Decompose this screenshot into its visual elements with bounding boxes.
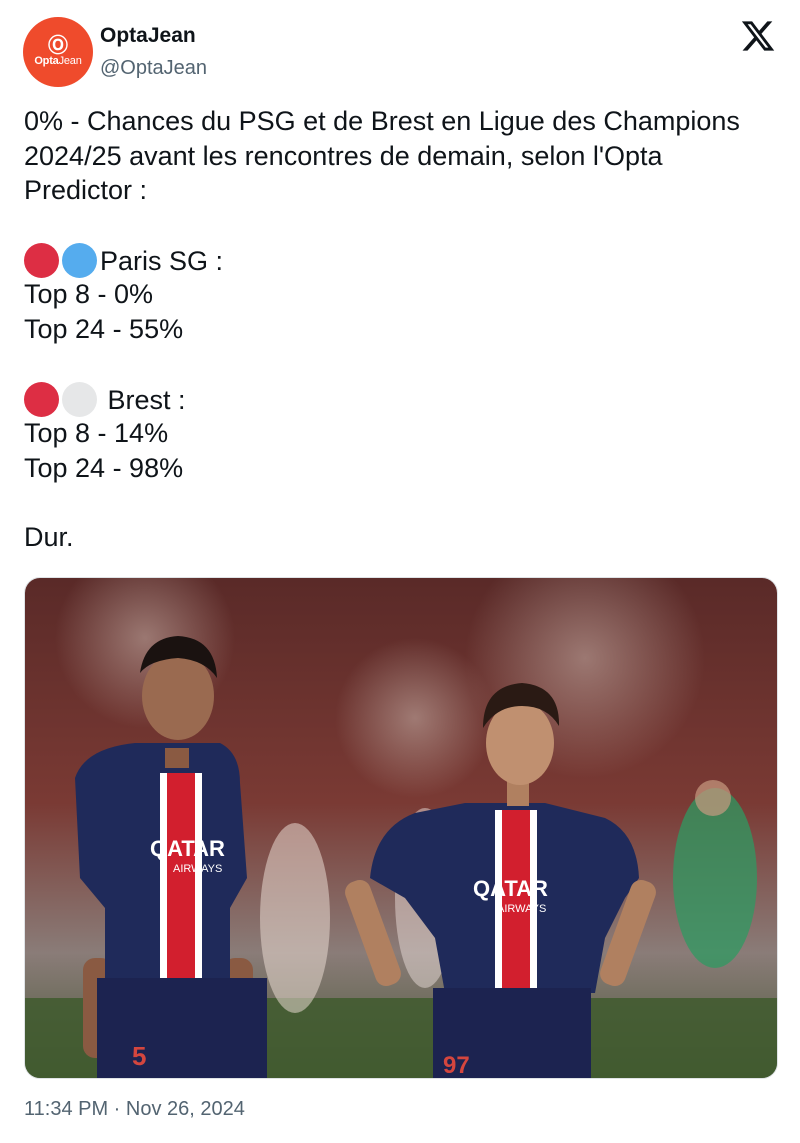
psg-heading: Paris SG :: [24, 242, 784, 278]
blue-circle-emoji-icon: [62, 242, 97, 278]
tweet-text: 0% - Chances du PSG et de Brest en Ligue…: [24, 104, 784, 555]
tweet-header: Ⓞ OptaJean OptaJean @OptaJean: [0, 0, 800, 96]
avatar-brand: OptaJean: [34, 54, 82, 67]
right-player-number: 97: [443, 1052, 470, 1078]
tweet-line-2: 2024/25 avant les rencontres de demain, …: [24, 140, 663, 171]
psg-team-label: Paris SG :: [100, 245, 224, 276]
photo-illustration: 5 QATAR AIRWAYS 97 QATAR AIRWAYS: [25, 578, 777, 1078]
brest-team-label: Brest :: [100, 384, 186, 415]
tweet-line-3: Predictor :: [24, 175, 148, 206]
brest-top8: Top 8 - 14%: [24, 418, 169, 449]
avatar[interactable]: Ⓞ OptaJean: [23, 17, 93, 87]
tweet-timestamp[interactable]: 11:34 PM · Nov 26, 2024: [24, 1098, 245, 1121]
brest-top24: Top 24 - 98%: [24, 452, 184, 483]
x-logo-icon[interactable]: [740, 18, 776, 54]
psg-top8: Top 8 - 0%: [24, 279, 154, 310]
left-player-number: 5: [132, 1041, 146, 1071]
tweet-photo[interactable]: 5 QATAR AIRWAYS 97 QATAR AIRWAYS: [24, 577, 778, 1079]
avatar-mark: Ⓞ: [48, 34, 68, 57]
right-sponsor: QATAR: [473, 876, 548, 901]
brest-heading: Brest :: [24, 381, 784, 417]
author-name[interactable]: OptaJean: [100, 24, 196, 48]
left-sponsor-sub: AIRWAYS: [173, 863, 222, 875]
red-circle-emoji-icon: [24, 242, 59, 278]
white-circle-emoji-icon: [62, 381, 97, 417]
author-handle[interactable]: @OptaJean: [100, 57, 207, 80]
left-sponsor: QATAR: [150, 836, 225, 861]
tweet-closing: Dur.: [24, 522, 74, 553]
right-sponsor-sub: AIRWAYS: [497, 903, 546, 915]
red-circle-emoji-icon: [24, 381, 59, 417]
tweet-line-1: 0% - Chances du PSG et de Brest en Ligue…: [24, 106, 740, 136]
psg-top24: Top 24 - 55%: [24, 314, 184, 345]
